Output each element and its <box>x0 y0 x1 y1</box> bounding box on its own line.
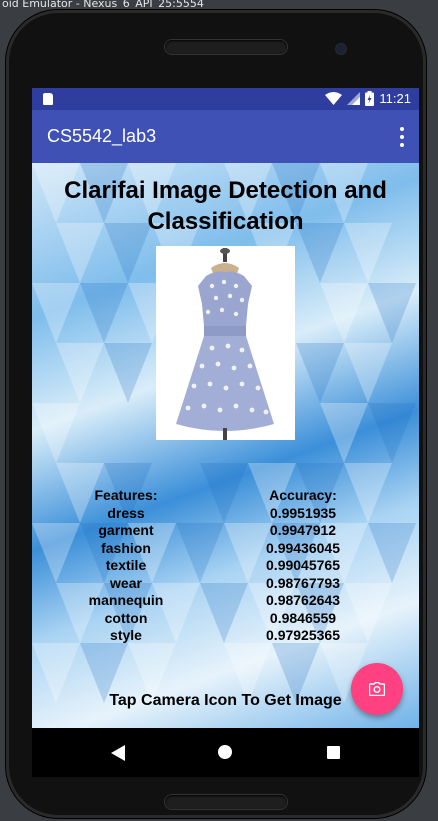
page-title: Clarifai Image Detection and Classificat… <box>64 177 387 235</box>
cell-signal-icon <box>347 92 361 105</box>
accuracy-value: 0.97925365 <box>266 627 340 643</box>
features-column: Features: dress garment fashion textile … <box>76 487 176 645</box>
navigation-bar <box>32 728 419 777</box>
features-header: Features: <box>94 487 158 503</box>
app-bar: CS5542_lab3 <box>32 110 419 163</box>
wifi-icon <box>325 92 343 105</box>
overflow-menu-icon[interactable] <box>399 127 405 147</box>
dress-image <box>156 246 295 440</box>
accuracy-value: 0.98762643 <box>266 592 340 608</box>
feature-label: garment <box>98 522 154 538</box>
back-icon[interactable] <box>111 745 125 761</box>
recents-icon[interactable] <box>327 746 340 759</box>
accuracy-value: 0.99436045 <box>266 539 340 556</box>
camera-icon <box>369 682 385 696</box>
accuracy-value: 0.9846559 <box>269 609 337 626</box>
main-content: Clarifai Image Detection and Classificat… <box>32 163 419 728</box>
feature-label: textile <box>105 557 147 573</box>
phone-frame: 11:21 CS5542_lab3 Clarifai Image Detecti… <box>6 10 426 818</box>
feature-label: cotton <box>104 609 148 626</box>
accuracy-value: 0.99045765 <box>266 557 340 573</box>
front-camera <box>336 44 346 54</box>
feature-label: fashion <box>101 539 151 556</box>
app-title: CS5542_lab3 <box>47 126 157 146</box>
feature-label: mannequin <box>88 592 164 608</box>
feature-label: style <box>110 627 142 643</box>
phone-screen: 11:21 CS5542_lab3 Clarifai Image Detecti… <box>32 88 419 777</box>
camera-button[interactable] <box>351 663 403 715</box>
status-time: 11:21 <box>379 91 411 106</box>
sd-card-icon <box>43 93 53 105</box>
accuracy-value: 0.98767793 <box>266 574 340 591</box>
feature-label: wear <box>110 574 142 591</box>
status-bar: 11:21 <box>32 88 419 110</box>
feature-label: dress <box>107 504 145 521</box>
bottom-speaker <box>165 795 287 809</box>
accuracy-value: 0.9951935 <box>269 504 337 521</box>
accuracy-column: Accuracy: 0.9951935 0.9947912 0.99436045… <box>253 487 353 645</box>
emulator-window-title: oid Emulator - Nexus_6_API_25:5554 <box>2 0 204 8</box>
home-icon[interactable] <box>218 745 232 759</box>
accuracy-value: 0.9947912 <box>269 522 337 538</box>
dress-photo <box>156 246 295 440</box>
battery-icon <box>365 91 375 106</box>
accuracy-header: Accuracy: <box>269 487 337 503</box>
top-speaker <box>165 40 287 54</box>
